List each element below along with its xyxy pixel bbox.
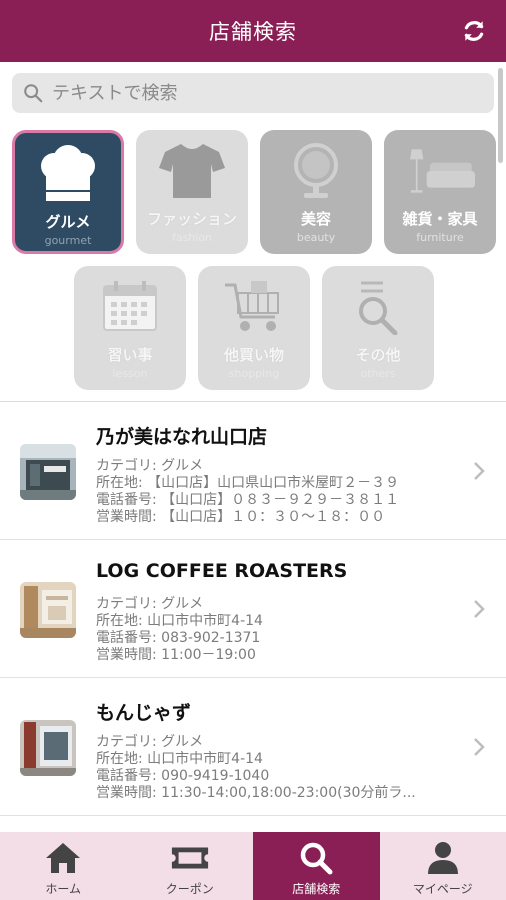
category-sub: furniture	[416, 231, 464, 244]
ticket-icon	[170, 840, 210, 876]
shop-phone: 電話番号: 083-902-1371	[96, 630, 261, 646]
tab-home[interactable]: ホーム	[0, 832, 127, 900]
shop-category: カテゴリ: グルメ	[96, 734, 204, 750]
shop-phone: 電話番号: 【山口店】０８３－９２９－３８１１	[96, 492, 400, 508]
refresh-icon	[464, 21, 484, 41]
category-gourmet[interactable]: グルメ gourmet	[12, 130, 124, 254]
shopping-cart-icon	[219, 276, 289, 338]
shop-row[interactable]: もんじゃず カテゴリ: グルメ 所在地: 山口市中市町4-14 電話番号: 09…	[0, 678, 506, 816]
search-icon	[24, 84, 43, 103]
tab-label: クーポン	[165, 882, 214, 896]
category-sub: beauty	[296, 231, 336, 244]
category-sub: gourmet	[44, 234, 92, 247]
shop-details: カテゴリ: グルメ 所在地: 山口市中市町4-14 電話番号: 083-902-…	[96, 596, 466, 664]
search-box[interactable]	[12, 73, 494, 113]
chevron-right-icon	[474, 462, 485, 480]
shop-thumbnail	[20, 444, 76, 500]
shop-hours: 営業時間: 11:00－19:00	[96, 647, 256, 663]
shop-hours: 営業時間: 【山口店】１０：３０～１８：００	[96, 509, 386, 525]
category-label: ファッション	[146, 210, 237, 228]
tab-store-search[interactable]: 店舗検索	[253, 832, 380, 900]
page-title: 店舗検索	[209, 20, 297, 44]
mirror-icon	[281, 140, 351, 202]
sofa-lamp-icon	[405, 140, 475, 202]
calendar-icon	[95, 276, 165, 338]
category-label: 習い事	[107, 346, 153, 364]
tab-mypage[interactable]: マイページ	[380, 832, 506, 900]
category-sub: others	[360, 367, 396, 380]
shop-phone: 電話番号: 090-9419-1040	[96, 768, 270, 784]
tab-coupon[interactable]: クーポン	[127, 832, 254, 900]
tab-bar: ホーム クーポン 店舗検索 マイページ	[0, 832, 506, 900]
chevron-right-icon	[474, 600, 485, 618]
tab-label: マイページ	[412, 882, 473, 896]
shop-address: 所在地: 【山口店】山口県山口市米屋町２－３９	[96, 475, 400, 491]
shop-hours: 営業時間: 11:30-14:00,18:00-23:00(30分前ラ...	[96, 785, 416, 801]
tab-label: 店舗検索	[292, 882, 341, 896]
magnifier-icon	[343, 276, 413, 338]
app-header: 店舗検索	[0, 0, 506, 62]
category-furniture[interactable]: 雑貨・家具 furniture	[384, 130, 496, 254]
shop-category: カテゴリ: グルメ	[96, 596, 204, 612]
home-icon	[43, 840, 83, 876]
shop-thumbnail	[20, 582, 76, 638]
chevron-right-icon	[474, 738, 485, 756]
shop-name: もんじゃず	[96, 702, 192, 724]
shop-details: カテゴリ: グルメ 所在地: 【山口店】山口県山口市米屋町２－３９ 電話番号: …	[96, 458, 466, 526]
shop-address: 所在地: 山口市中市町4-14	[96, 613, 263, 629]
category-beauty[interactable]: 美容 beauty	[260, 130, 372, 254]
category-label: 雑貨・家具	[402, 210, 478, 228]
category-label: 美容	[300, 210, 331, 228]
category-label: その他	[355, 346, 401, 364]
shop-address: 所在地: 山口市中市町4-14	[96, 751, 263, 767]
shop-name: 乃が美はなれ山口店	[96, 426, 268, 448]
category-sub: lesson	[112, 367, 148, 380]
person-icon	[423, 840, 463, 876]
refresh-button[interactable]	[460, 17, 488, 45]
shop-row[interactable]: 乃が美はなれ山口店 カテゴリ: グルメ 所在地: 【山口店】山口県山口市米屋町２…	[0, 402, 506, 540]
category-shopping[interactable]: 他買い物 shopping	[198, 266, 310, 390]
chef-hat-icon	[33, 143, 103, 205]
category-label: グルメ	[45, 213, 91, 231]
shop-thumbnail	[20, 720, 76, 776]
category-sub: shopping	[228, 367, 280, 380]
category-lesson[interactable]: 習い事 lesson	[74, 266, 186, 390]
tab-label: ホーム	[45, 882, 82, 896]
category-sub: fashion	[171, 231, 213, 244]
search-input[interactable]	[52, 82, 472, 104]
tshirt-icon	[157, 140, 227, 202]
category-label: 他買い物	[223, 346, 284, 364]
shop-row[interactable]: LOG COFFEE ROASTERS カテゴリ: グルメ 所在地: 山口市中市…	[0, 540, 506, 678]
shop-category: カテゴリ: グルメ	[96, 458, 204, 474]
category-fashion[interactable]: ファッション fashion	[136, 130, 248, 254]
search-bar	[0, 62, 506, 124]
category-others[interactable]: その他 others	[322, 266, 434, 390]
shop-details: カテゴリ: グルメ 所在地: 山口市中市町4-14 電話番号: 090-9419…	[96, 734, 466, 802]
search-icon	[296, 840, 336, 876]
shop-name: LOG COFFEE ROASTERS	[96, 560, 348, 582]
category-grid: グルメ gourmet ファッション fashion 美容 beauty 雑貨・…	[0, 124, 506, 400]
